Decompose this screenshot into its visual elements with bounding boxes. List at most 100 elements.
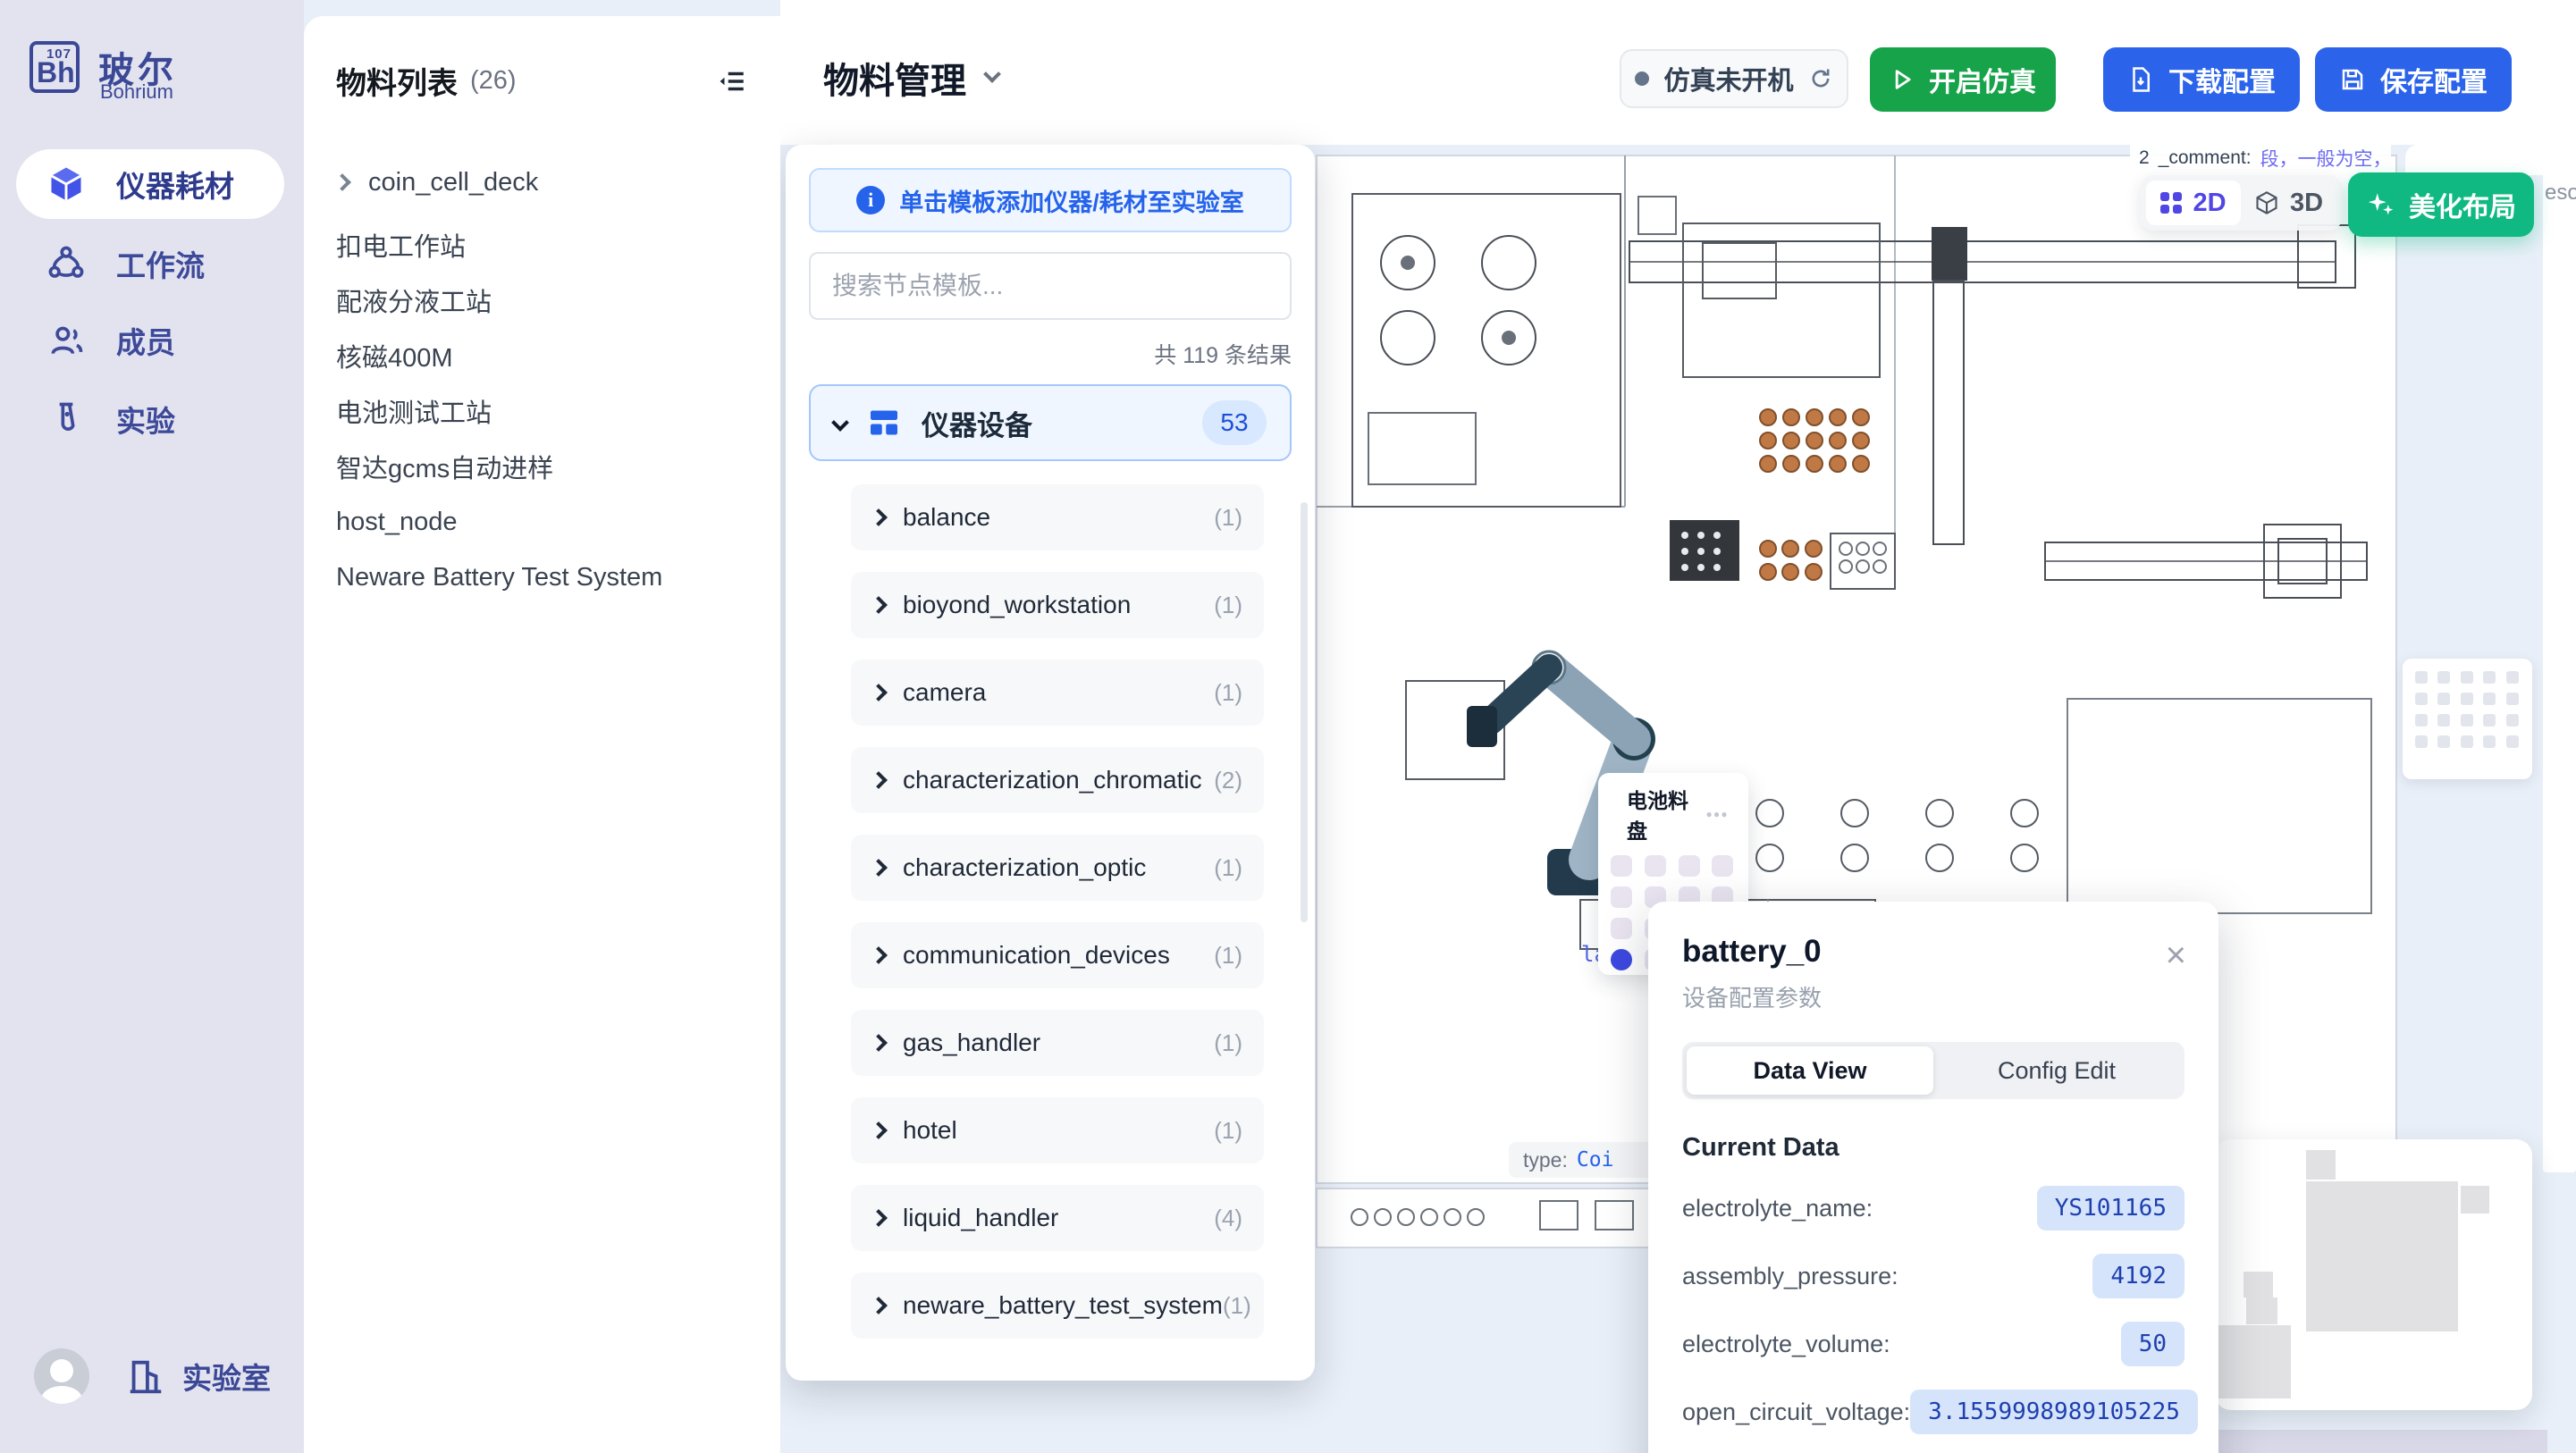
sparkles-icon [2366, 189, 2396, 220]
plate-dot-grid [2415, 671, 2520, 748]
material-item[interactable]: 智达gcms自动进样 [336, 439, 748, 494]
chevron-right-icon [870, 771, 888, 789]
minimap-block [2306, 1181, 2458, 1331]
template-item-balance[interactable]: balance (1) [851, 484, 1264, 550]
section-instruments[interactable]: 仪器设备 53 [809, 384, 1292, 461]
layout-grid-icon [868, 407, 900, 439]
search-input[interactable] [830, 271, 1270, 301]
workflow-icon [46, 244, 86, 283]
play-icon [1890, 67, 1915, 92]
test-tube-icon [46, 399, 86, 439]
save-floppy-icon [2339, 66, 2366, 93]
sidebar-item-label: 仪器耗材 [116, 163, 234, 206]
material-item[interactable]: 配液分液工站 [336, 273, 748, 328]
field-row-open-circuit-voltage: open_circuit_voltage: 3.1559998989105225 [1682, 1390, 2185, 1434]
template-item-count: (1) [1214, 1029, 1242, 1057]
template-item-count: (1) [1223, 1292, 1251, 1320]
save-config-button[interactable]: 保存配置 [2315, 47, 2512, 112]
material-item-coin-cell-deck[interactable]: coin_cell_deck [336, 155, 748, 210]
view-2d-button[interactable]: 2D [2146, 181, 2241, 225]
scrollbar[interactable] [1301, 502, 1308, 922]
canvas-bottom-strip [2215, 1430, 2547, 1453]
tab-data-view[interactable]: Data View [1687, 1046, 1933, 1095]
material-item[interactable]: Neware Battery Test System [336, 550, 748, 605]
template-item-count: (4) [1214, 1205, 1242, 1232]
popup-title: battery_0 [1682, 934, 2185, 970]
sidebar-item-experiments[interactable]: 实验 [16, 384, 284, 454]
chevron-down-icon [983, 65, 1001, 83]
members-icon [46, 321, 86, 360]
field-value: 3.1559998989105225 [1910, 1390, 2198, 1434]
material-item-label: 配液分液工站 [336, 281, 492, 319]
lab-footer[interactable]: 实验室 [34, 1340, 284, 1412]
material-item[interactable]: 电池测试工站 [336, 383, 748, 439]
template-item-characterization-optic[interactable]: characterization_optic (1) [851, 835, 1264, 901]
tray-menu-dots-icon[interactable]: ●●● [1705, 808, 1728, 820]
popup-subtitle: 设备配置参数 [1682, 980, 2185, 1013]
download-config-label: 下载配置 [2168, 60, 2276, 99]
material-item-label: 扣电工作站 [336, 226, 466, 264]
current-data-heading: Current Data [1682, 1133, 2185, 1163]
view-3d-label: 3D [2290, 189, 2323, 218]
tray-slot[interactable] [1645, 855, 1666, 877]
section-count-badge: 53 [1202, 400, 1267, 445]
template-item-hotel[interactable]: hotel (1) [851, 1097, 1264, 1163]
close-icon[interactable]: × [2166, 937, 2186, 973]
tray-slot-active-battery[interactable] [1611, 949, 1632, 970]
view-3d-button[interactable]: 3D [2241, 189, 2336, 218]
template-item-characterization-chromatic[interactable]: characterization_chromatic (2) [851, 747, 1264, 813]
material-list-title: 物料列表 [336, 59, 458, 103]
minimap-block [2461, 1186, 2489, 1214]
sidebar-item-instruments[interactable]: 仪器耗材 [16, 149, 284, 219]
avatar[interactable] [34, 1348, 89, 1404]
template-item-label: gas_handler [903, 1029, 1040, 1057]
sidebar-item-workflow[interactable]: 工作流 [16, 229, 284, 298]
chevron-right-icon[interactable] [333, 173, 351, 191]
chevron-right-icon [870, 684, 888, 701]
template-item-count: (1) [1214, 1117, 1242, 1145]
view-mode-toggle: 2D 3D [2141, 175, 2342, 231]
info-banner-text: 单击模板添加仪器/耗材至实验室 [899, 183, 1244, 218]
sidebar: 107 Bh 玻尔 Bohrium 仪器耗材 工作流 [0, 0, 304, 1453]
material-item[interactable]: host_node [336, 494, 748, 550]
beautify-layout-button[interactable]: 美化布局 [2348, 172, 2534, 237]
field-row-electrolyte-name: electrolyte_name: YS101165 [1682, 1186, 2185, 1230]
material-item-label: coin_cell_deck [368, 168, 538, 197]
tray-slot[interactable] [1611, 855, 1632, 877]
chevron-right-icon [870, 508, 888, 526]
template-item-neware-battery-test-system[interactable]: neware_battery_test_system (1) [851, 1272, 1264, 1339]
template-item-gas-handler[interactable]: gas_handler (1) [851, 1010, 1264, 1076]
chevron-right-icon [870, 596, 888, 614]
template-item-camera[interactable]: camera (1) [851, 659, 1264, 726]
material-list-panel: 物料列表 (26) coin_cell_deck 扣电工作站 配液分液工站 核磁… [304, 16, 780, 1453]
template-item-communication-devices[interactable]: communication_devices (1) [851, 922, 1264, 988]
template-item-bioyond-workstation[interactable]: bioyond_workstation (1) [851, 572, 1264, 638]
collapse-list-icon[interactable] [714, 66, 750, 97]
minimap[interactable] [2215, 1139, 2532, 1410]
material-item[interactable]: 扣电工作站 [336, 217, 748, 273]
result-count: 共 119 条结果 [809, 338, 1292, 370]
tray-slot[interactable] [1712, 855, 1733, 877]
simulation-status-pill[interactable]: 仿真未开机 [1620, 49, 1848, 108]
type-label: type: [1523, 1148, 1568, 1172]
start-simulation-button[interactable]: 开启仿真 [1870, 47, 2056, 112]
status-dot-icon [1635, 71, 1649, 86]
field-label: electrolyte_name: [1682, 1195, 1873, 1222]
template-item-count: (1) [1214, 504, 1242, 532]
template-item-count: (2) [1214, 767, 1242, 794]
refresh-icon[interactable] [1808, 66, 1833, 91]
tray-slot[interactable] [1611, 886, 1632, 908]
material-item[interactable]: 核磁400M [336, 328, 748, 383]
bohrium-logo-icon: 107 Bh [29, 41, 80, 93]
template-item-liquid-handler[interactable]: liquid_handler (4) [851, 1185, 1264, 1251]
minimap-block [2246, 1298, 2277, 1324]
download-config-button[interactable]: 下载配置 [2103, 47, 2300, 112]
tray-slot[interactable] [1611, 918, 1632, 939]
tab-config-edit[interactable]: Config Edit [1933, 1046, 2180, 1095]
template-item-label: characterization_chromatic [903, 766, 1202, 794]
page-title-dropdown[interactable]: 物料管理 [823, 52, 998, 104]
sidebar-item-members[interactable]: 成员 [16, 306, 284, 375]
field-row-electrolyte-volume: electrolyte_volume: 50 [1682, 1322, 2185, 1366]
template-item-count: (1) [1214, 592, 1242, 619]
tray-slot[interactable] [1679, 855, 1700, 877]
